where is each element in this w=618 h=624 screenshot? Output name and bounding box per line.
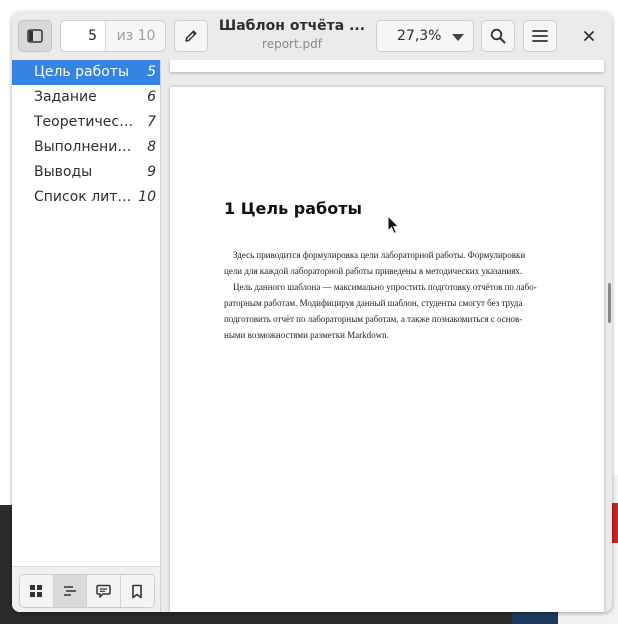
main-menu-button[interactable] [523,20,557,52]
body-paragraph: Здесь приводится формулировка цели лабор… [224,247,554,279]
page-navigation: из 10 [60,20,166,52]
thumbnails-view-button[interactable] [20,575,54,607]
toc-item-label: Цель работы [34,64,130,80]
chevron-down-icon [452,34,464,41]
outline-icon [63,586,76,596]
section-heading: 1 Цель работы [224,199,362,218]
page-total-label: из 10 [105,21,165,51]
sidebar-toggle-icon [27,29,43,43]
toc-item[interactable]: Выполнение… 8 [12,135,160,160]
sidebar-view-switcher [19,574,155,608]
scrollbar[interactable] [608,283,611,323]
search-button[interactable] [481,20,515,52]
toc-item[interactable]: Задание 6 [12,85,160,110]
toc-item-page: 5 [147,64,156,80]
previous-page [170,60,604,72]
hamburger-icon [532,30,548,42]
search-icon [490,28,506,44]
text-line: подготовить отчёт по лабораторным работа… [224,314,523,324]
document-viewer-window: из 10 Шаблон отчёта ... report.pdf 27,3% [12,12,612,612]
sidebar-toggle-button[interactable] [18,20,52,52]
page-number-input[interactable] [61,21,105,51]
toc-item-label: Список лите… [34,189,134,205]
text-line: Здесь приводится формулировка цели лабор… [233,250,526,260]
toc-item-page: 8 [147,139,156,155]
thumbnails-icon [30,585,43,597]
toc-item[interactable]: Список лите… 10 [12,185,160,210]
zoom-level: 27,3% [397,28,442,44]
toc-item-label: Выполнение… [34,139,134,155]
bookmarks-view-button[interactable] [120,575,154,607]
toc-item-page: 9 [147,164,156,180]
outline-sidebar: Цель работы 5 Задание 6 Теоретичес… 7 Вы… [12,60,161,612]
toc-item[interactable]: Теоретичес… 7 [12,110,160,135]
outline-view-button[interactable] [53,575,87,607]
annotations-view-button[interactable] [87,575,121,607]
document-page: 1 Цель работы Здесь приводится формулиро… [170,87,604,612]
header-bar: из 10 Шаблон отчёта ... report.pdf 27,3% [12,12,612,61]
toc-item-page: 10 [138,189,156,205]
document-view[interactable]: 1 Цель работы Здесь приводится формулиро… [161,60,612,612]
toc-item-page: 6 [147,89,156,105]
toc-item[interactable]: Цель работы 5 [12,60,160,85]
document-filename: report.pdf [262,37,322,51]
document-title-block: Шаблон отчёта ... report.pdf [217,18,367,51]
bookmarks-icon [132,584,143,598]
sidebar-footer [12,566,160,612]
toc-item-label: Выводы [34,164,93,180]
zoom-dropdown[interactable]: 27,3% [376,20,474,52]
annotations-icon [96,584,111,598]
pencil-icon [185,30,197,42]
toc-item-label: Задание [34,89,97,105]
body-paragraph: Цель данного шаблона — максимально упрос… [224,279,554,343]
close-window-button[interactable] [575,20,603,52]
text-line: Цель данного шаблона — максимально упрос… [233,282,537,292]
mouse-cursor-icon [387,215,400,235]
text-line: ными возможностями разметки Markdown. [224,330,389,340]
document-title: Шаблон отчёта ... [218,18,366,34]
close-icon [584,31,594,41]
toc-item-page: 7 [147,114,156,130]
text-line: раторным работам. Модифицируя данный шаб… [224,298,523,308]
toc-item[interactable]: Выводы 9 [12,160,160,185]
text-line: цели для каждой лабораторной работы прив… [224,266,523,276]
toc-item-label: Теоретичес… [34,114,134,130]
annotate-button[interactable] [174,20,208,52]
